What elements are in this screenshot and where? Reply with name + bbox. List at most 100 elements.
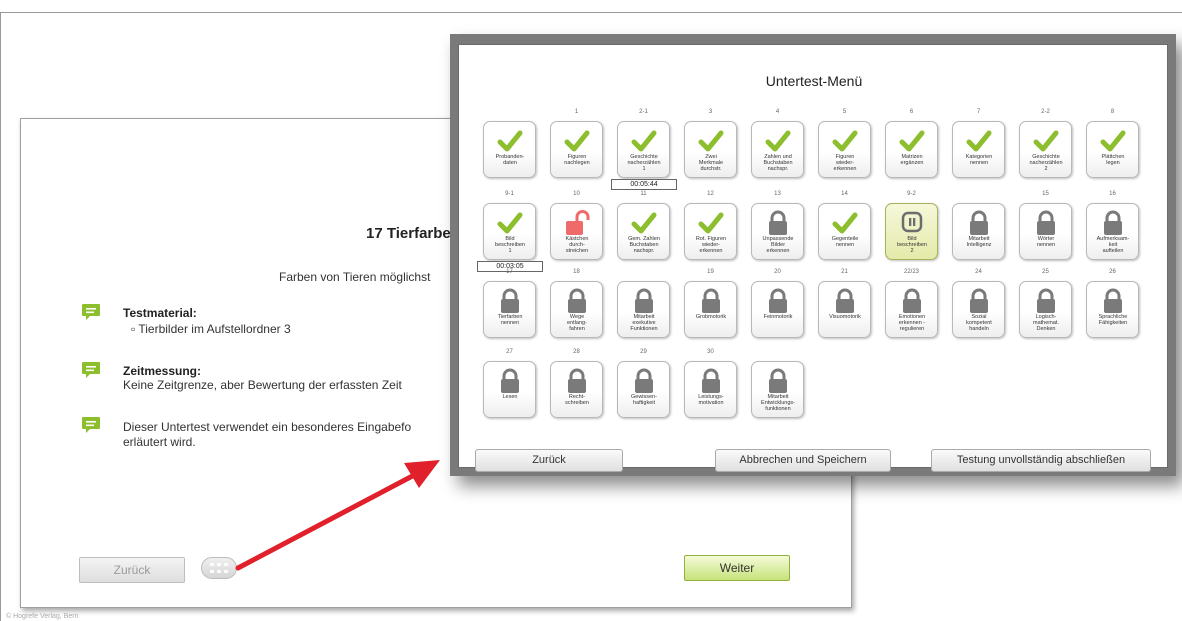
modal-back-button[interactable]: Zurück bbox=[475, 449, 623, 472]
tile-number: 12 bbox=[707, 191, 714, 197]
subtest-tile[interactable]: Mitarbeit exekutive Funktionen bbox=[617, 281, 670, 338]
section-text: ▫ Tierbilder im Aufstellordner 3 bbox=[131, 322, 291, 336]
lock-icon bbox=[1104, 288, 1122, 313]
subtest-tile[interactable]: Probanden- daten bbox=[483, 121, 536, 178]
checkmark-icon bbox=[765, 130, 791, 152]
tile-number: 9-2 bbox=[907, 191, 916, 197]
subtest-tile[interactable]: 10 Kästchen durch- streichen bbox=[550, 191, 603, 260]
subtest-tile[interactable]: 5 Figuren wieder- erkennen bbox=[818, 109, 871, 178]
subtest-tile[interactable]: 2-2 Geschichte nacherzählen 2 bbox=[1019, 109, 1072, 178]
subtest-tile[interactable]: 1 Figuren nachlegen bbox=[550, 109, 603, 178]
subtest-tile[interactable]: 27 Lesen bbox=[483, 349, 536, 418]
subtest-menu-modal: Untertest-Menü Probanden- daten 1 Figuren … bbox=[450, 34, 1176, 476]
pause-icon bbox=[901, 211, 923, 233]
back-button[interactable]: Zurück bbox=[79, 557, 185, 583]
subtest-tile[interactable]: 11 Gem. Zahlen Buchstaben nachspr. bbox=[617, 191, 670, 260]
tile-number: 28 bbox=[573, 349, 580, 355]
page-title: 17 Tierfarbe bbox=[366, 225, 451, 242]
subtest-tile[interactable]: 2-1 Geschichte nacherzählen 1 bbox=[617, 109, 670, 178]
subtest-tile[interactable]: 17 Tierfarben nennen bbox=[483, 269, 536, 338]
tile-label: Bild beschreiben 2 bbox=[897, 236, 927, 254]
tile-number: 15 bbox=[1042, 191, 1049, 197]
subtest-tile[interactable]: 28 Recht- schreiben bbox=[550, 349, 603, 418]
subtest-tile[interactable]: 30 Leistungs- motivation bbox=[684, 349, 737, 418]
next-button[interactable]: Weiter bbox=[684, 555, 790, 581]
subtest-tile[interactable]: 21 Visuomotorik bbox=[818, 269, 871, 338]
tile-label: Probanden- daten bbox=[495, 154, 525, 166]
frame-left-border bbox=[0, 12, 1, 621]
lock-icon bbox=[568, 368, 586, 393]
tile-number: 11 bbox=[640, 191, 647, 197]
tile-label: Figuren wieder- erkennen bbox=[833, 154, 857, 172]
subtest-tile[interactable]: 24 Sozial kompetent handeln bbox=[952, 269, 1005, 338]
tile-number: 2-1 bbox=[639, 109, 648, 115]
lock-icon bbox=[769, 210, 787, 235]
tile-number: 26 bbox=[1109, 269, 1116, 275]
subtest-tile[interactable]: 18 Wege entlang- fahren bbox=[550, 269, 603, 338]
tile-label: Gem. Zahlen Buchstaben nachspr. bbox=[628, 236, 660, 254]
checkmark-icon bbox=[698, 212, 724, 234]
tile-label: Wege entlang- fahren bbox=[567, 314, 587, 332]
copyright-text: © Hogrefe Verlag, Bern bbox=[6, 613, 79, 620]
checkmark-icon bbox=[832, 212, 858, 234]
subtest-tile[interactable]: 25 Logisch- mathemat. Denken bbox=[1019, 269, 1072, 338]
finish-incomplete-button[interactable]: Testung unvollständig abschließen bbox=[931, 449, 1151, 472]
tile-label: Zahlen und Buchstaben nachspr. bbox=[763, 154, 793, 172]
tile-label: Grobmotorik bbox=[695, 314, 727, 320]
subtest-tile[interactable]: 19 Grobmotorik bbox=[684, 269, 737, 338]
lock-icon bbox=[903, 288, 921, 313]
subtest-tile[interactable]: 6 Matrizen ergänzen bbox=[885, 109, 938, 178]
subtest-tile[interactable]: 29 Gewissen- haftigkeit bbox=[617, 349, 670, 418]
subtest-tile[interactable]: Mitarbeit Entwicklungs- funktionen bbox=[751, 361, 804, 418]
subtest-tile[interactable]: 4 Zahlen und Buchstaben nachspr. bbox=[751, 109, 804, 178]
tile-label: Mitarbeit Entwicklungs- funktionen bbox=[761, 394, 795, 412]
section-text: Keine Zeitgrenze, aber Bewertung der erf… bbox=[123, 378, 402, 392]
subtest-tile[interactable]: 8 Plättchen legen bbox=[1086, 109, 1139, 178]
tile-label: Gewissen- haftigkeit bbox=[631, 394, 657, 406]
subtest-tile[interactable]: 3 Zwei Merkmale durchstr. bbox=[684, 109, 737, 178]
tile-number: 25 bbox=[1042, 269, 1049, 275]
tile-number: 1 bbox=[574, 109, 579, 115]
subtest-tile[interactable]: Mitarbeit Intelligenz bbox=[952, 203, 1005, 260]
lock-icon bbox=[970, 210, 988, 235]
subtest-tile[interactable]: 14 Gegenteile nennen bbox=[818, 191, 871, 260]
tile-number: 27 bbox=[506, 349, 513, 355]
lock-icon bbox=[568, 288, 586, 313]
subtest-tile[interactable]: 22/23 Emotionen erkennen - regulieren bbox=[885, 269, 938, 338]
tile-label: Zwei Merkmale durchstr. bbox=[698, 154, 724, 172]
section-text: Dieser Untertest verwendet ein besondere… bbox=[123, 420, 412, 434]
tile-number: 17 bbox=[506, 269, 513, 275]
lock-icon bbox=[635, 288, 653, 313]
tile-label: Geschichte nacherzählen 1 bbox=[627, 154, 661, 172]
subtest-tile[interactable]: 12 Rot. Figuren wieder- erkennen bbox=[684, 191, 737, 260]
subtest-tile[interactable]: 26 Sprachliche Fähigkeiten bbox=[1086, 269, 1139, 338]
tile-number: 5 bbox=[842, 109, 847, 115]
lock-icon bbox=[1104, 210, 1122, 235]
subtest-tile[interactable]: 7 Kategorien nennen bbox=[952, 109, 1005, 178]
tile-label: Bild beschreiben 1 bbox=[495, 236, 525, 254]
tile-label: Rot. Figuren wieder- erkennen bbox=[695, 236, 727, 254]
lock-icon bbox=[635, 368, 653, 393]
checkmark-icon bbox=[966, 130, 992, 152]
tile-label: Mitarbeit exekutive Funktionen bbox=[630, 314, 658, 332]
subtest-tile[interactable]: 20 Feinmotorik bbox=[751, 269, 804, 338]
subtest-tile[interactable]: 15 Wörter nennen bbox=[1019, 191, 1072, 260]
lock-icon bbox=[702, 288, 720, 313]
checkmark-icon bbox=[1033, 130, 1059, 152]
elapsed-time-box: 00:05:44 bbox=[611, 179, 677, 190]
section-heading: Zeitmessung: bbox=[123, 364, 202, 378]
subtest-tile[interactable]: 9-2 Bild beschreiben 2 bbox=[885, 191, 938, 260]
subtest-tile[interactable]: 13 Unpassende Bilder erkennen bbox=[751, 191, 804, 260]
subtest-tile[interactable]: 9-1 Bild beschreiben 1 bbox=[483, 191, 536, 260]
tile-label: Plättchen legen bbox=[1101, 154, 1125, 166]
section-heading: Testmaterial: bbox=[123, 306, 197, 320]
tile-number: 7 bbox=[976, 109, 981, 115]
tile-number: 14 bbox=[841, 191, 848, 197]
tile-number: 18 bbox=[573, 269, 580, 275]
tile-number: 4 bbox=[775, 109, 780, 115]
tile-number: 6 bbox=[909, 109, 914, 115]
subtest-tile[interactable]: 16 Aufmerksam- keit aufteilen bbox=[1086, 191, 1139, 260]
cancel-and-save-button[interactable]: Abbrechen und Speichern bbox=[715, 449, 891, 472]
tile-label: Matrizen ergänzen bbox=[900, 154, 924, 166]
subtest-menu-button[interactable] bbox=[201, 557, 237, 579]
